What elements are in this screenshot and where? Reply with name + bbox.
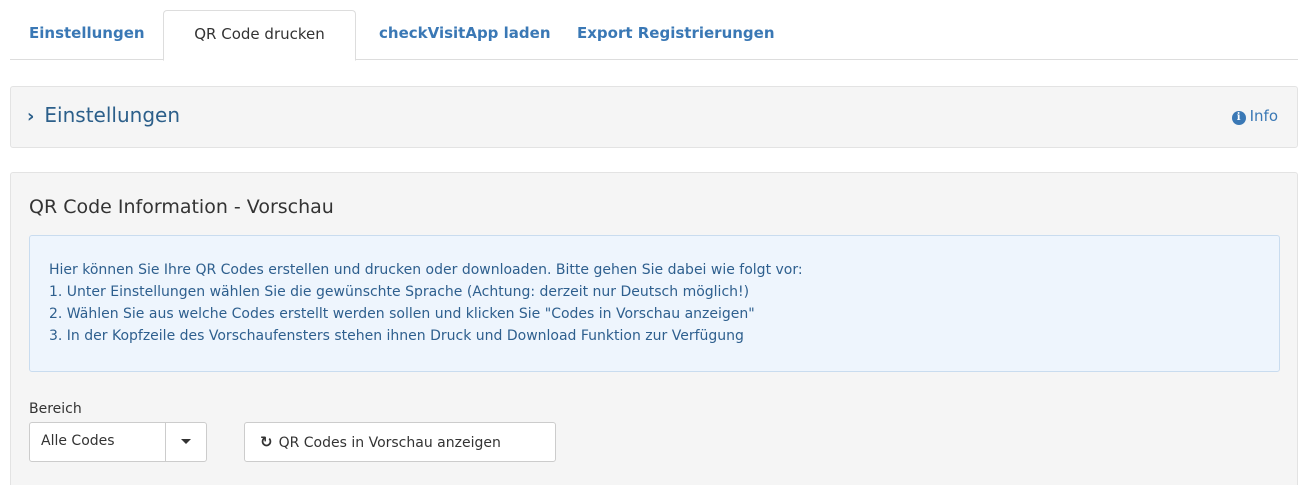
info-label: Info xyxy=(1249,107,1278,125)
refresh-icon: ↻ xyxy=(260,433,273,451)
select-divider xyxy=(165,423,166,461)
preview-button-label: QR Codes in Vorschau anzeigen xyxy=(278,435,501,451)
tab-checkvisitapp-laden[interactable]: checkVisitApp laden xyxy=(360,10,570,60)
tab-bar: Einstellungen QR Code drucken checkVisit… xyxy=(10,10,1298,61)
tab-qr-code-drucken[interactable]: QR Code drucken xyxy=(163,10,356,61)
preview-button-content: ↻ QR Codes in Vorschau anzeigen xyxy=(260,433,501,451)
preview-qr-codes-button[interactable]: ↻ QR Codes in Vorschau anzeigen xyxy=(244,422,556,462)
instructions-line: Hier können Sie Ihre QR Codes erstellen … xyxy=(49,262,803,278)
caret-down-icon[interactable] xyxy=(181,439,191,444)
instructions-alert: Hier können Sie Ihre QR Codes erstellen … xyxy=(29,235,1280,372)
instructions-line: 1. Unter Einstellungen wählen Sie die ge… xyxy=(49,284,750,300)
tab-export-registrierungen[interactable]: Export Registrierungen xyxy=(558,10,794,60)
info-link[interactable]: i Info xyxy=(1231,107,1278,125)
tab-einstellungen[interactable]: Einstellungen xyxy=(10,10,164,60)
chevron-right-icon: › xyxy=(27,106,35,127)
settings-panel: › Einstellungen i Info xyxy=(10,86,1298,148)
settings-panel-title: Einstellungen xyxy=(44,103,180,127)
range-select-value: Alle Codes xyxy=(41,433,115,449)
instructions-line: 2. Wählen Sie aus welche Codes erstellt … xyxy=(49,306,755,322)
qr-info-panel: QR Code Information - Vorschau Hier könn… xyxy=(10,172,1298,485)
info-circle-icon: i xyxy=(1231,111,1246,125)
settings-panel-toggle[interactable]: › Einstellungen xyxy=(27,103,180,127)
qr-info-panel-title: QR Code Information - Vorschau xyxy=(29,196,334,218)
range-select[interactable]: Alle Codes xyxy=(29,422,207,462)
range-label: Bereich xyxy=(29,401,82,417)
instructions-line: 3. In der Kopfzeile des Vorschaufensters… xyxy=(49,328,744,344)
